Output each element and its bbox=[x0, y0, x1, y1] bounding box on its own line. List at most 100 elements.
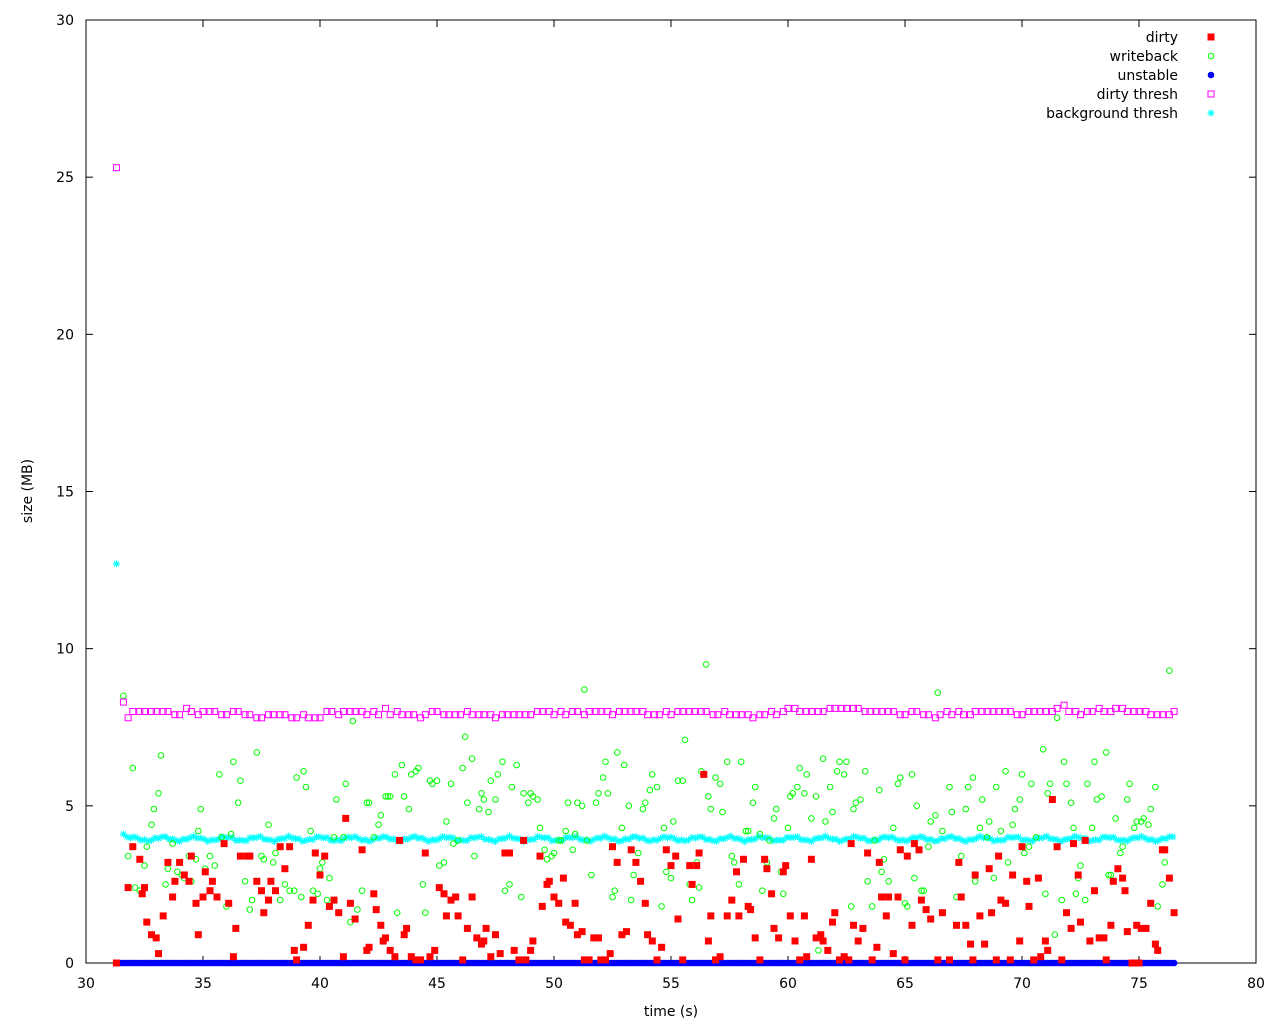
y-tick-label: 30 bbox=[56, 13, 74, 29]
dirty-point bbox=[492, 931, 499, 939]
dirty-point bbox=[1058, 956, 1066, 964]
dirty-point bbox=[1002, 899, 1010, 907]
dirty-point bbox=[164, 858, 172, 866]
writeback-point bbox=[723, 758, 731, 766]
writeback-point bbox=[735, 881, 743, 888]
dirty-point bbox=[995, 852, 1003, 860]
writeback-point bbox=[993, 783, 1000, 791]
writeback-point bbox=[611, 887, 619, 894]
dirty-point bbox=[260, 909, 268, 917]
dirty-point bbox=[658, 943, 666, 951]
dirty-point bbox=[396, 836, 404, 844]
dirty-point bbox=[1142, 924, 1150, 932]
dirty-point bbox=[1154, 946, 1162, 954]
dirty-point bbox=[662, 846, 670, 854]
writeback-point bbox=[578, 802, 586, 810]
writeback-point bbox=[894, 780, 902, 788]
writeback-point bbox=[1002, 768, 1009, 775]
writeback-point bbox=[1081, 896, 1089, 904]
writeback-point bbox=[358, 887, 366, 894]
dirty-point bbox=[365, 943, 373, 951]
chart: 30 35 40 45 50 55 60 65 70 75 80 0 5 10 15 20 25 30 time … bbox=[20, 13, 1265, 1020]
writeback-point bbox=[494, 771, 502, 778]
writeback-point bbox=[625, 802, 633, 810]
dirty-point bbox=[236, 852, 244, 860]
dirty-point bbox=[807, 855, 815, 863]
dirty-point bbox=[700, 770, 708, 778]
dirty-point bbox=[845, 956, 853, 964]
dirty-point bbox=[136, 855, 144, 863]
writeback-point bbox=[670, 818, 677, 825]
writeback-point bbox=[627, 896, 635, 904]
dirty-point bbox=[831, 909, 839, 917]
dirty-point bbox=[370, 890, 378, 898]
writeback-point bbox=[588, 871, 595, 879]
y-tick-label: 20 bbox=[56, 327, 74, 343]
dirty-point bbox=[770, 924, 778, 932]
writeback-point bbox=[246, 906, 254, 913]
dirty-point bbox=[155, 950, 162, 958]
writeback-point bbox=[712, 774, 719, 781]
series-dirty-thresh bbox=[112, 164, 1178, 722]
writeback-point bbox=[520, 790, 527, 797]
plot-area bbox=[112, 164, 1178, 967]
series-unstable bbox=[113, 959, 1178, 967]
dirty-point bbox=[459, 956, 467, 964]
dirty-point bbox=[637, 877, 645, 885]
writeback-point bbox=[499, 758, 506, 766]
writeback-point bbox=[833, 768, 841, 775]
dirty-point bbox=[559, 874, 567, 882]
dirty-point bbox=[992, 956, 1000, 964]
dirty-thresh-point bbox=[386, 711, 394, 719]
writeback-point bbox=[461, 733, 469, 740]
dirty-point bbox=[529, 937, 537, 945]
dirty-point bbox=[555, 899, 563, 907]
dirty-point bbox=[1041, 937, 1049, 945]
writeback-point bbox=[646, 786, 654, 794]
writeback-point bbox=[864, 878, 871, 885]
dirty-point bbox=[520, 836, 528, 844]
dirty-point bbox=[169, 893, 177, 901]
writeback-point bbox=[1166, 667, 1173, 674]
writeback-point bbox=[667, 874, 675, 882]
dirty-point bbox=[917, 896, 925, 904]
writeback-point bbox=[885, 878, 892, 885]
dirty-point bbox=[1077, 918, 1084, 926]
writeback-point bbox=[796, 764, 803, 772]
writeback-point bbox=[326, 874, 333, 882]
dirty-point bbox=[850, 921, 857, 929]
writeback-point bbox=[620, 761, 628, 769]
dirty-point bbox=[176, 858, 184, 866]
dirty-point bbox=[747, 906, 755, 914]
dirty-point bbox=[595, 934, 602, 942]
dirty-point bbox=[300, 943, 308, 951]
dirty-point bbox=[847, 840, 855, 848]
dirty-point bbox=[1121, 887, 1129, 895]
dirty-point bbox=[786, 912, 794, 920]
dirty-point bbox=[1018, 843, 1026, 851]
dirty-point bbox=[585, 956, 593, 964]
dirty-point bbox=[143, 918, 151, 926]
writeback-point bbox=[1011, 805, 1019, 813]
dirty-point bbox=[1165, 874, 1173, 882]
writeback-point bbox=[349, 717, 357, 725]
writeback-point bbox=[468, 755, 476, 762]
writeback-point bbox=[890, 824, 897, 832]
writeback-point bbox=[1152, 783, 1159, 791]
writeback-point bbox=[822, 818, 829, 825]
dirty-point bbox=[782, 862, 790, 870]
dirty-point bbox=[330, 896, 338, 904]
dirty-point bbox=[901, 956, 909, 964]
writeback-point bbox=[948, 808, 956, 816]
dirty-point bbox=[372, 906, 380, 914]
dirty-point bbox=[728, 896, 736, 904]
writeback-point bbox=[237, 777, 244, 784]
writeback-point bbox=[939, 827, 946, 835]
dirty-point bbox=[527, 946, 535, 954]
dirty-point bbox=[1048, 796, 1056, 803]
dirty-point bbox=[1147, 899, 1155, 907]
writeback-point bbox=[642, 799, 649, 806]
legend-label: writeback bbox=[1110, 49, 1179, 65]
writeback-point bbox=[1088, 824, 1096, 832]
x-tick-label: 70 bbox=[1013, 976, 1031, 992]
